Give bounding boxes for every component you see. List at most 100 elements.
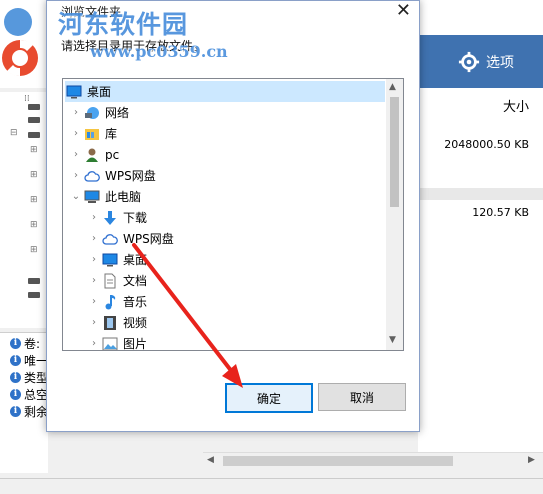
tree-item-label: WPS网盘	[105, 169, 156, 183]
left-tree-panel[interactable]: ⁞⁞ ⊟ ⊞ ⊞ ⊞ ⊞ ⊞	[0, 92, 49, 328]
watermark-site-name: 河东软件园	[58, 10, 189, 39]
horizontal-scrollbar[interactable]: ◀ ▶	[203, 452, 543, 469]
tree-item-downloads[interactable]: › 下载	[87, 207, 147, 228]
chevron-right-icon[interactable]: ›	[69, 107, 83, 118]
tree-item-desktop-root[interactable]: 桌面	[65, 81, 385, 102]
info-icon: i	[10, 371, 21, 383]
video-icon	[101, 315, 119, 331]
tree-item-label: 图片	[123, 337, 148, 351]
drive-icon	[28, 104, 40, 110]
cancel-button[interactable]: 取消	[318, 383, 406, 411]
chevron-down-icon[interactable]: ⌄	[69, 191, 83, 202]
music-icon	[101, 294, 119, 310]
chevron-right-icon[interactable]: ›	[87, 212, 101, 223]
info-icon: i	[10, 337, 21, 349]
scrollbar-thumb[interactable]	[390, 97, 399, 207]
tree-node-icon: ⁞⁞	[24, 94, 30, 104]
network-icon	[83, 105, 101, 121]
tree-vertical-scrollbar[interactable]: ▲ ▼	[386, 79, 403, 350]
column-header-size[interactable]: 大小	[503, 96, 529, 115]
tree-item-label: 音乐	[123, 295, 148, 309]
tree-item-label: 桌面	[123, 253, 148, 267]
close-icon[interactable]: ✕	[396, 0, 411, 21]
info-label: 卷:	[24, 336, 41, 351]
tree-item-label: 下载	[123, 211, 148, 225]
options-label: 选项	[486, 55, 514, 71]
expand-icon[interactable]: ⊞	[30, 220, 38, 230]
info-icon: i	[10, 354, 21, 366]
tree-item-this-pc[interactable]: ⌄ 此电脑	[69, 186, 141, 207]
options-button[interactable]: 选项	[458, 48, 543, 76]
drive-icon	[28, 292, 40, 298]
scroll-left-icon[interactable]: ◀	[207, 455, 214, 465]
user-icon	[83, 147, 101, 163]
tree-item-desktop[interactable]: › 桌面	[87, 249, 147, 270]
tree-item-label: 网络	[105, 106, 130, 120]
lifebuoy-logo-icon	[2, 8, 38, 77]
info-label: 类型	[24, 370, 49, 385]
tree-item-network[interactable]: › 网络	[69, 102, 129, 123]
chevron-right-icon[interactable]: ›	[69, 128, 83, 139]
chevron-right-icon[interactable]: ›	[87, 275, 101, 286]
status-bar	[0, 478, 543, 494]
tree-item-label: WPS网盘	[123, 232, 174, 246]
list-row-separator	[418, 188, 543, 200]
drive-icon	[28, 132, 40, 138]
folder-tree[interactable]: 桌面 › 网络 › 库 › pc › WPS网盘 ⌄ 此电脑 › 下载 › WP…	[62, 78, 404, 351]
tree-item-user-pc[interactable]: › pc	[69, 144, 119, 165]
cloud-icon	[101, 231, 119, 247]
info-icon: i	[10, 405, 21, 417]
browse-folder-dialog: 浏览文件夹 ✕ 请选择目录用于存放文件。 桌面 › 网络 › 库 › pc › …	[46, 0, 420, 432]
desktop-icon	[65, 84, 83, 100]
document-icon	[101, 273, 119, 289]
tree-item-label: pc	[105, 147, 120, 162]
expand-icon[interactable]: ⊞	[30, 245, 38, 255]
collapse-icon[interactable]: ⊟	[10, 128, 18, 138]
info-row: i 剩余	[10, 403, 48, 419]
scroll-right-icon[interactable]: ▶	[528, 455, 535, 465]
gear-icon	[458, 51, 480, 73]
chevron-right-icon[interactable]: ›	[87, 233, 101, 244]
expand-icon[interactable]: ⊞	[30, 145, 38, 155]
expand-icon[interactable]: ⊞	[30, 195, 38, 205]
scroll-down-icon[interactable]: ▼	[389, 335, 396, 345]
info-label: 总空	[24, 387, 49, 402]
info-row: i 唯一	[10, 352, 48, 368]
info-icon: i	[10, 388, 21, 400]
drive-icon	[28, 278, 40, 284]
ok-button[interactable]: 确定	[225, 383, 313, 413]
volume-info-panel: i 卷: i 唯一 i 类型 i 总空 i 剩余	[0, 332, 48, 473]
info-row: i 卷:	[10, 335, 40, 351]
tree-item-library[interactable]: › 库	[69, 123, 117, 144]
picture-icon	[101, 336, 119, 350]
info-label: 唯一	[24, 353, 49, 368]
watermark-site-url: www.pc0359.cn	[90, 42, 228, 61]
chevron-right-icon[interactable]: ›	[87, 317, 101, 328]
chevron-right-icon[interactable]: ›	[87, 296, 101, 307]
tree-item-label: 桌面	[87, 85, 112, 99]
chevron-right-icon[interactable]: ›	[87, 338, 101, 349]
chevron-right-icon[interactable]: ›	[69, 149, 83, 160]
info-label: 剩余	[24, 404, 49, 419]
scroll-up-icon[interactable]: ▲	[389, 82, 396, 92]
chevron-right-icon[interactable]: ›	[69, 170, 83, 181]
tree-item-label: 视频	[123, 316, 148, 330]
drive-icon	[28, 117, 40, 123]
tree-item-music[interactable]: › 音乐	[87, 291, 147, 312]
expand-icon[interactable]: ⊞	[30, 170, 38, 180]
tree-item-label: 库	[105, 127, 118, 141]
tree-item-wps-cloud[interactable]: › WPS网盘	[69, 165, 156, 186]
tree-item-videos[interactable]: › 视频	[87, 312, 147, 333]
cloud-icon	[83, 168, 101, 184]
scrollbar-thumb[interactable]	[223, 456, 453, 466]
chevron-right-icon[interactable]: ›	[87, 254, 101, 265]
tree-item-wps-cloud-pc[interactable]: › WPS网盘	[87, 228, 174, 249]
file-size-value: 120.57 KB	[472, 206, 529, 219]
download-icon	[101, 210, 119, 226]
tree-item-pictures[interactable]: › 图片	[87, 333, 148, 351]
file-size-value: 2048000.50 KB	[444, 138, 529, 151]
info-row: i 总空	[10, 386, 48, 402]
tree-item-label: 文档	[123, 274, 148, 288]
tree-item-documents[interactable]: › 文档	[87, 270, 147, 291]
tree-item-label: 此电脑	[105, 190, 142, 204]
